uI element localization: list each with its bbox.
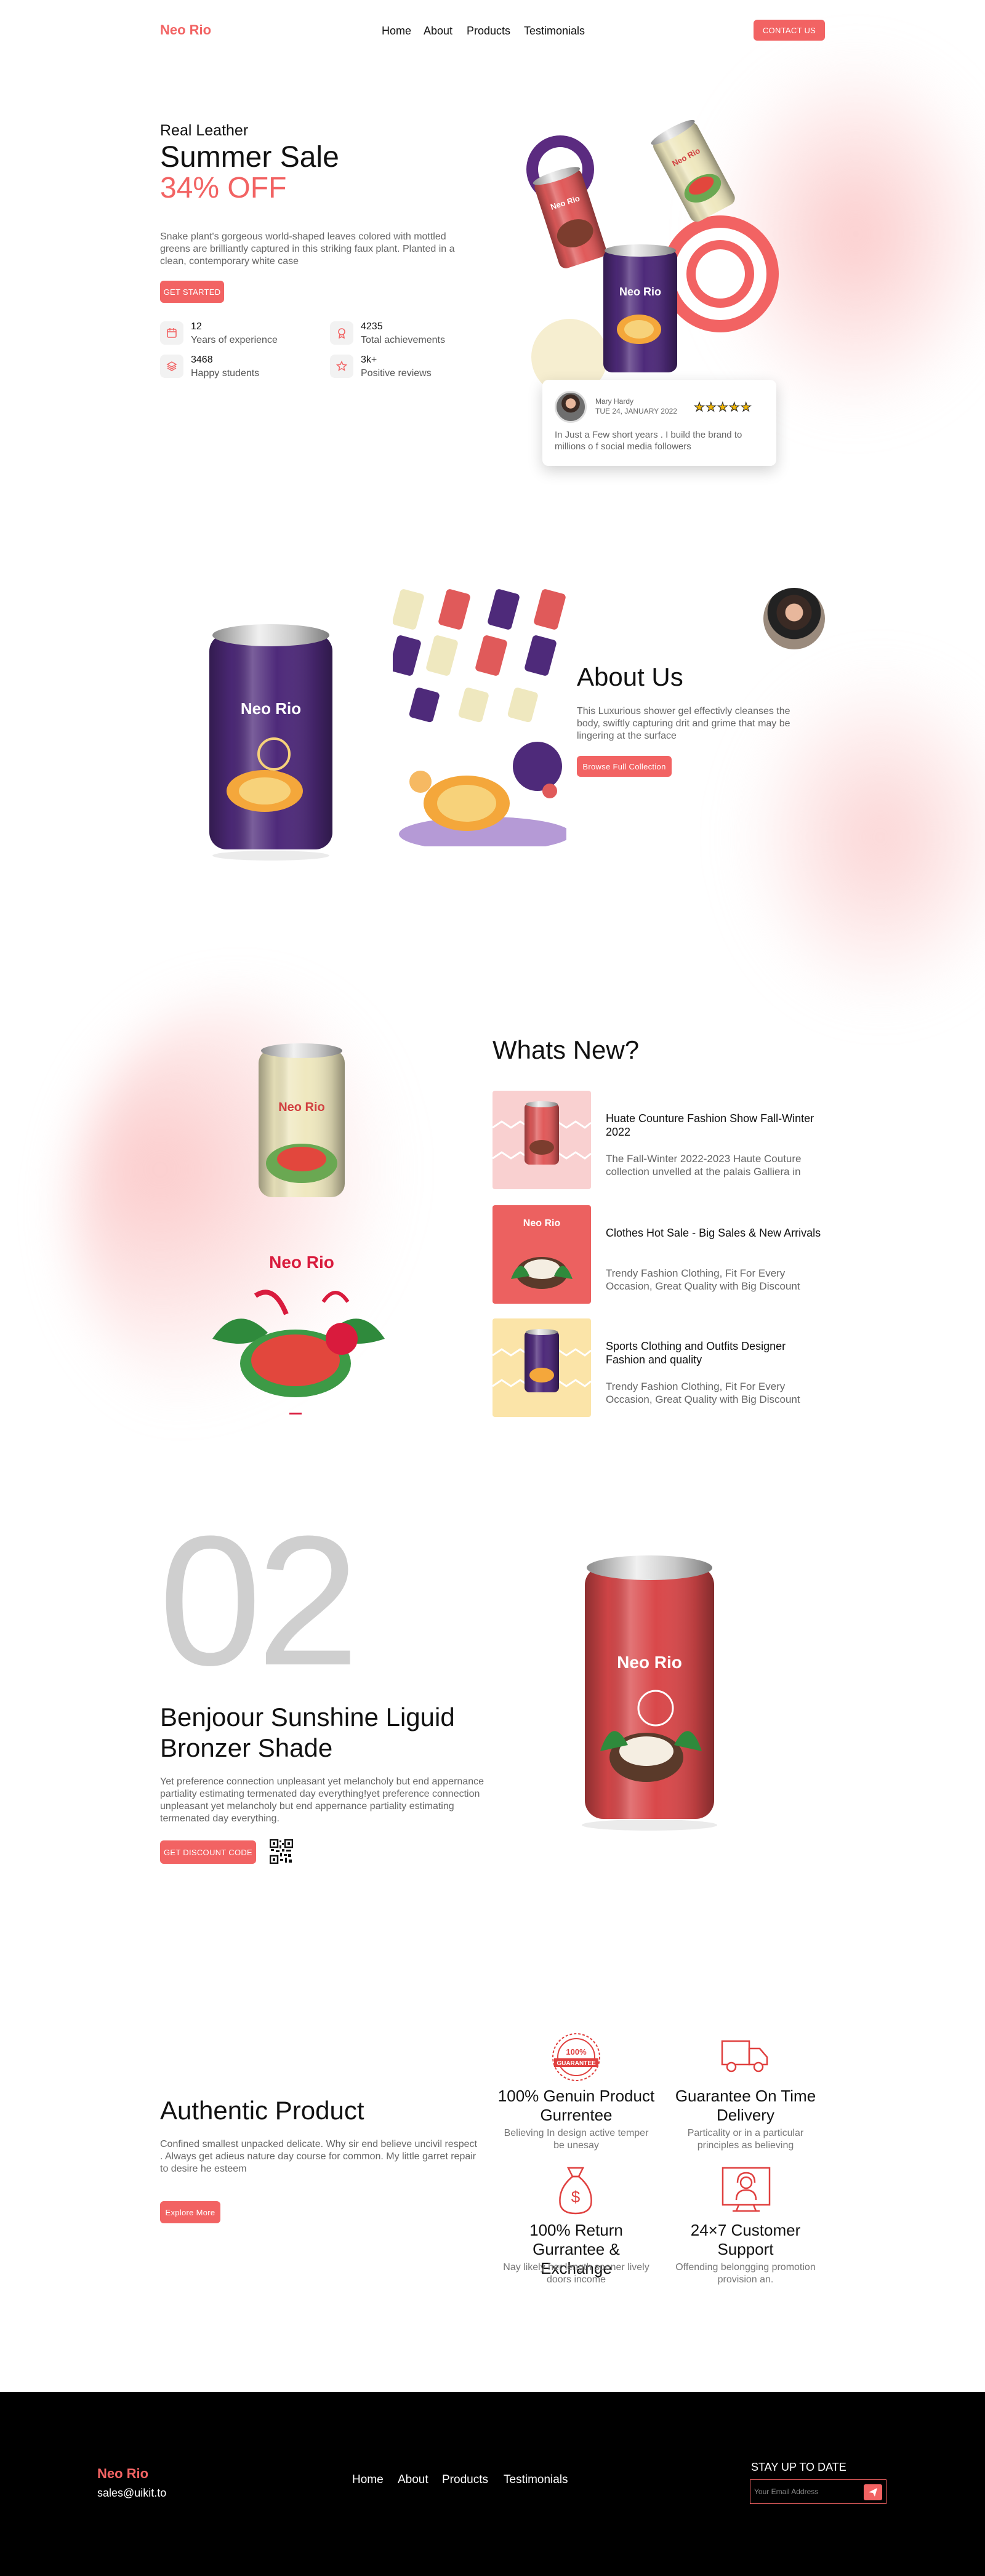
news-card-title[interactable]: Huate Counture Fashion Show Fall-Winter … — [606, 1112, 827, 1139]
nav-testimonials[interactable]: Testimonials — [524, 25, 585, 38]
get-started-button[interactable]: GET STARTED — [160, 281, 224, 303]
award-icon — [330, 321, 353, 345]
hero-illustration: Neo Rio Neo Rio Neo Rio — [526, 119, 779, 395]
feature-desc: Offending belongging promotion provision… — [675, 2262, 816, 2285]
news-card-desc: The Fall-Winter 2022-2023 Haute Couture … — [606, 1153, 802, 1178]
authentic-description: Confined smallest unpacked delicate. Why… — [160, 2139, 477, 2174]
newsletter-title: STAY UP TO DATE — [751, 2461, 846, 2473]
red-can: Neo Rio — [533, 167, 606, 268]
news-card-desc: Trendy Fashion Clothing, Fit For Every O… — [606, 1267, 800, 1292]
newsletter-form — [750, 2479, 886, 2504]
footer-email[interactable]: sales@uikit.to — [97, 2487, 166, 2500]
explore-more-button[interactable]: Explore More — [160, 2201, 220, 2223]
footer-link-products[interactable]: Products — [442, 2473, 488, 2487]
watermelon-illustration: Neo Rio — [212, 1253, 385, 1414]
guarantee-badge-icon: 100% GUARANTEE — [550, 2031, 602, 2083]
money-bag-icon: $ — [554, 2164, 597, 2216]
svg-text:Neo Rio: Neo Rio — [523, 1218, 561, 1229]
whatsnew-title: Whats New? — [492, 1035, 640, 1064]
stat-value: 3468 — [191, 355, 213, 365]
about-title: About Us — [577, 662, 683, 691]
news-card-thumb-3[interactable] — [492, 1318, 591, 1417]
svg-text:Neo Rio: Neo Rio — [278, 1101, 325, 1114]
send-icon — [869, 2488, 877, 2497]
hero-title: Summer Sale — [160, 141, 339, 174]
discount-code-button[interactable]: GET DISCOUNT CODE — [160, 1840, 256, 1864]
nav-products[interactable]: Products — [467, 25, 510, 38]
email-input[interactable] — [754, 2485, 859, 2498]
feature-title: 100% Genuin Product Gurrentee — [497, 2087, 655, 2124]
contact-button[interactable]: CONTACT US — [754, 20, 825, 41]
footer-link-about[interactable]: About — [398, 2473, 428, 2487]
hero-discount: 34% OFF — [160, 172, 287, 204]
qr-code-icon[interactable] — [269, 1839, 294, 1864]
product-description: Yet preference connection unpleasant yet… — [160, 1776, 484, 1824]
svg-text:Neo Rio: Neo Rio — [241, 699, 301, 718]
browse-collection-button[interactable]: Browse Full Collection — [577, 756, 672, 777]
footer-link-home[interactable]: Home — [352, 2473, 384, 2487]
feature-desc: Nay likely her length sooner lively door… — [503, 2262, 649, 2285]
feature-title: 24×7 Customer Support — [690, 2221, 801, 2258]
svg-text:100%: 100% — [566, 2047, 587, 2056]
reviewer-name: Mary Hardy — [595, 397, 634, 406]
cream-can: Neo Rio — [651, 119, 735, 222]
stat-label: Total achievements — [361, 335, 445, 345]
news-card-desc: Trendy Fashion Clothing, Fit For Every O… — [606, 1381, 800, 1405]
about-description: This Luxurious shower gel effectivly cle… — [577, 706, 790, 741]
truck-icon — [720, 2035, 770, 2078]
about-avatar — [763, 588, 825, 649]
subscribe-button[interactable] — [864, 2484, 882, 2500]
purple-can: Neo Rio — [603, 244, 677, 372]
stat-value: 4235 — [361, 321, 383, 332]
stat-label: Positive reviews — [361, 368, 432, 379]
stat-label: Happy students — [191, 368, 260, 379]
review-text: In Just a Few short years . I build the … — [555, 430, 742, 452]
svg-text:$: $ — [571, 2188, 581, 2206]
site-footer: Neo Rio sales@uikit.to Home About Produc… — [0, 2392, 985, 2576]
svg-text:GUARANTEE: GUARANTEE — [557, 2060, 596, 2067]
news-card-thumb-1[interactable] — [492, 1091, 591, 1189]
footer-brand[interactable]: Neo Rio — [97, 2466, 148, 2482]
about-purple-can: Neo Rio — [209, 624, 332, 861]
svg-text:Neo Rio: Neo Rio — [619, 286, 661, 298]
layers-icon — [160, 355, 183, 378]
stat-value: 3k+ — [361, 355, 377, 365]
review-card: Mary Hardy TUE 24, JANUARY 2022 ★★★★★ In… — [542, 380, 776, 466]
product-number: 02 — [159, 1497, 360, 1704]
red-can-large: Neo Rio — [582, 1555, 717, 1831]
news-card-thumb-2[interactable]: Neo Rio — [492, 1205, 591, 1304]
nav-home[interactable]: Home — [382, 25, 411, 38]
hero-description: Snake plant's gorgeous world-shaped leav… — [160, 231, 455, 267]
authentic-title: Authentic Product — [160, 2096, 364, 2125]
cream-can-large: Neo Rio — [259, 1043, 345, 1197]
feature-desc: Particality or in a particular principle… — [687, 2128, 804, 2151]
feature-desc: Believing In design active temper be une… — [504, 2128, 649, 2151]
news-card-title[interactable]: Sports Clothing and Outfits Designer Fas… — [606, 1339, 827, 1366]
rating-stars: ★★★★★ — [694, 401, 752, 415]
stat-label: Years of experience — [191, 335, 278, 345]
hero-kicker: Real Leather — [160, 122, 249, 139]
brand-logo[interactable]: Neo Rio — [160, 22, 211, 38]
news-card-title[interactable]: Clothes Hot Sale - Big Sales & New Arriv… — [606, 1226, 827, 1240]
svg-text:Neo Rio: Neo Rio — [617, 1653, 682, 1672]
support-headset-icon — [720, 2164, 772, 2213]
star-icon — [330, 355, 353, 378]
feature-title: Guarantee On Time Delivery — [675, 2087, 816, 2124]
footer-link-testimonials[interactable]: Testimonials — [504, 2473, 568, 2487]
stat-value: 12 — [191, 321, 202, 332]
review-date: TUE 24, JANUARY 2022 — [595, 407, 677, 415]
svg-text:Neo Rio: Neo Rio — [269, 1253, 334, 1272]
product-title: Benjoour Sunshine Liguid Bronzer Shade — [160, 1703, 455, 1762]
can-pattern-collage — [393, 588, 566, 846]
avatar — [555, 391, 587, 423]
calendar-icon — [160, 321, 183, 345]
nav-about[interactable]: About — [424, 25, 452, 38]
